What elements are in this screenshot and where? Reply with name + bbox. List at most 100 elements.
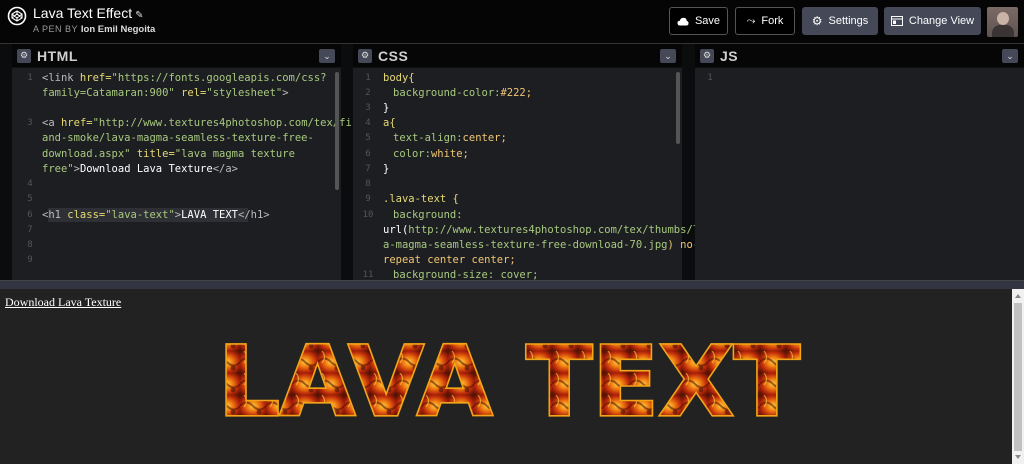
top-bar: Lava Text Effect ✎ A PEN BY Ion Emil Nego… bbox=[0, 0, 1024, 44]
settings-label: Settings bbox=[828, 15, 869, 27]
avatar-head bbox=[997, 12, 1009, 25]
html-collapse-chevron-icon[interactable]: ⌄ bbox=[319, 49, 335, 63]
code-attr: title= bbox=[130, 148, 175, 160]
code-string: download.aspx" bbox=[42, 148, 131, 160]
code-attr: href= bbox=[73, 72, 112, 84]
css-property: color: bbox=[393, 148, 431, 160]
code-line: family=Catamaran:900" rel="stylesheet"> bbox=[42, 86, 289, 101]
lava-text-glyphs: LAVA TEXT bbox=[218, 329, 800, 429]
author-link[interactable]: Ion Emil Negoita bbox=[81, 24, 155, 35]
css-settings-gear-icon[interactable]: ⚙ bbox=[358, 48, 372, 63]
html-scrollbar[interactable] bbox=[335, 72, 339, 190]
line-number: 5 bbox=[27, 194, 33, 204]
code-line: repeat center center; bbox=[383, 253, 516, 268]
change-view-button[interactable]: Change View bbox=[884, 7, 981, 35]
code-text: LAVA TEXT bbox=[181, 209, 239, 221]
line-number: 1 bbox=[365, 73, 371, 83]
scroll-thumb[interactable] bbox=[1014, 303, 1022, 451]
css-pane-title: CSS bbox=[378, 47, 409, 64]
save-button[interactable]: Save bbox=[669, 7, 728, 35]
line-number: 4 bbox=[365, 118, 371, 128]
css-url: a-magma-seamless-texture-free-download-7… bbox=[383, 239, 668, 251]
settings-button[interactable]: ⚙ Settings bbox=[802, 7, 878, 35]
fork-label: Fork bbox=[761, 15, 784, 27]
code-line: free">Download Lava Texture</a> bbox=[42, 162, 238, 177]
code-line: } bbox=[383, 162, 389, 177]
html-settings-gear-icon[interactable]: ⚙ bbox=[17, 48, 31, 63]
fork-button[interactable]: ⤳ Fork bbox=[735, 7, 795, 35]
code-line: <a href="http://www.textures4photoshop.c… bbox=[42, 116, 371, 131]
css-value: repeat center center; bbox=[383, 254, 516, 266]
css-property: background-color: bbox=[393, 87, 501, 99]
code-line: url(http://www.textures4photoshop.com/te… bbox=[383, 223, 712, 238]
user-avatar[interactable] bbox=[987, 7, 1018, 37]
js-settings-gear-icon[interactable]: ⚙ bbox=[700, 48, 714, 63]
code-tag: > bbox=[282, 87, 289, 99]
css-code-editor[interactable]: 1 2 3 4 5 6 7 8 9 10 11 body{ background… bbox=[353, 71, 712, 281]
scroll-up-arrow-icon[interactable] bbox=[1015, 294, 1021, 298]
code-tag: </a> bbox=[212, 163, 238, 175]
js-collapse-chevron-icon[interactable]: ⌄ bbox=[1002, 49, 1018, 63]
js-pane: ⚙ JS ⌄ 1 bbox=[695, 44, 1024, 280]
css-collapse-chevron-icon[interactable]: ⌄ bbox=[660, 49, 676, 63]
download-lava-texture-link[interactable]: Download Lava Texture bbox=[5, 295, 121, 310]
byline-prefix: A PEN BY bbox=[33, 24, 78, 34]
code-line: .lava-text { bbox=[383, 192, 459, 207]
css-selector: body{ bbox=[383, 72, 415, 84]
css-pane: ⚙ CSS ⌄ 1 2 3 4 5 6 7 8 9 10 11 body{ ba… bbox=[353, 44, 712, 281]
code-string: "lava-text" bbox=[105, 209, 175, 221]
css-url-func: url( bbox=[383, 224, 409, 236]
lava-text-heading: LAVA TEXT bbox=[216, 329, 801, 429]
line-number: 4 bbox=[27, 179, 33, 189]
codepen-logo-icon[interactable] bbox=[7, 6, 27, 26]
code-attr: class= bbox=[60, 209, 106, 221]
code-string: "http://www.textures4photoshop.com/tex/f… bbox=[92, 117, 371, 129]
html-pane-header: ⚙ HTML ⌄ bbox=[12, 44, 341, 68]
line-number: 10 bbox=[362, 210, 374, 220]
css-value: white; bbox=[430, 148, 469, 160]
line-number: 9 bbox=[27, 255, 33, 265]
js-code-editor[interactable]: 1 bbox=[695, 71, 1024, 280]
html-code-editor[interactable]: 1 3 4 5 6 7 8 9 <link href="https://font… bbox=[12, 71, 370, 280]
line-number: 7 bbox=[27, 225, 33, 235]
line-number: 7 bbox=[365, 164, 371, 174]
line-number: 9 bbox=[365, 194, 371, 204]
code-string: "stylesheet" bbox=[206, 87, 283, 99]
css-brace: } bbox=[383, 102, 390, 114]
js-pane-header: ⚙ JS ⌄ bbox=[695, 44, 1024, 68]
pen-byline: A PEN BY Ion Emil Negoita bbox=[33, 24, 155, 35]
code-attr: rel= bbox=[174, 87, 207, 99]
edit-pencil-icon[interactable]: ✎ bbox=[135, 10, 143, 21]
result-preview: Download Lava Texture LAVA TEXT bbox=[0, 289, 1024, 464]
code-line: a{ bbox=[383, 116, 396, 131]
code-line: <link href="https://fonts.googleapis.com… bbox=[42, 71, 326, 86]
css-pane-header: ⚙ CSS ⌄ bbox=[353, 44, 682, 68]
code-string: free" bbox=[42, 163, 74, 175]
code-string: and-smoke/lava-magma-seamless-texture-fr… bbox=[42, 132, 314, 144]
code-line: a-magma-seamless-texture-free-download-7… bbox=[383, 238, 699, 253]
code-tag: </h1> bbox=[238, 209, 270, 221]
code-tag: <a bbox=[42, 117, 55, 129]
pen-title[interactable]: Lava Text Effect ✎ bbox=[33, 5, 144, 21]
css-property: background: bbox=[393, 209, 463, 221]
js-pane-title: JS bbox=[720, 47, 739, 64]
css-value: #222; bbox=[500, 87, 533, 99]
code-text: Download Lava Texture bbox=[79, 163, 213, 175]
code-tag: <link bbox=[42, 72, 74, 84]
css-scrollbar[interactable] bbox=[676, 72, 680, 144]
line-number: 3 bbox=[365, 103, 371, 113]
code-line: } bbox=[383, 101, 389, 116]
editor-panes: ⚙ HTML ⌄ 1 3 4 5 6 7 8 9 <link href="htt… bbox=[0, 44, 1024, 281]
scroll-down-arrow-icon[interactable] bbox=[1015, 455, 1021, 459]
code-line: download.aspx" title="lava magma texture bbox=[42, 147, 295, 162]
line-number: 1 bbox=[707, 73, 713, 83]
preview-vertical-scrollbar[interactable] bbox=[1012, 289, 1024, 464]
pen-title-text[interactable]: Lava Text Effect bbox=[33, 5, 132, 21]
change-view-label: Change View bbox=[908, 15, 975, 27]
css-selector: .lava-text { bbox=[383, 193, 459, 205]
layout-icon bbox=[890, 16, 903, 26]
code-string: family=Catamaran:900" bbox=[42, 87, 175, 99]
code-tag: <h1 bbox=[42, 209, 61, 221]
preview-resize-handle[interactable] bbox=[0, 280, 1024, 289]
line-number: 8 bbox=[365, 179, 371, 189]
